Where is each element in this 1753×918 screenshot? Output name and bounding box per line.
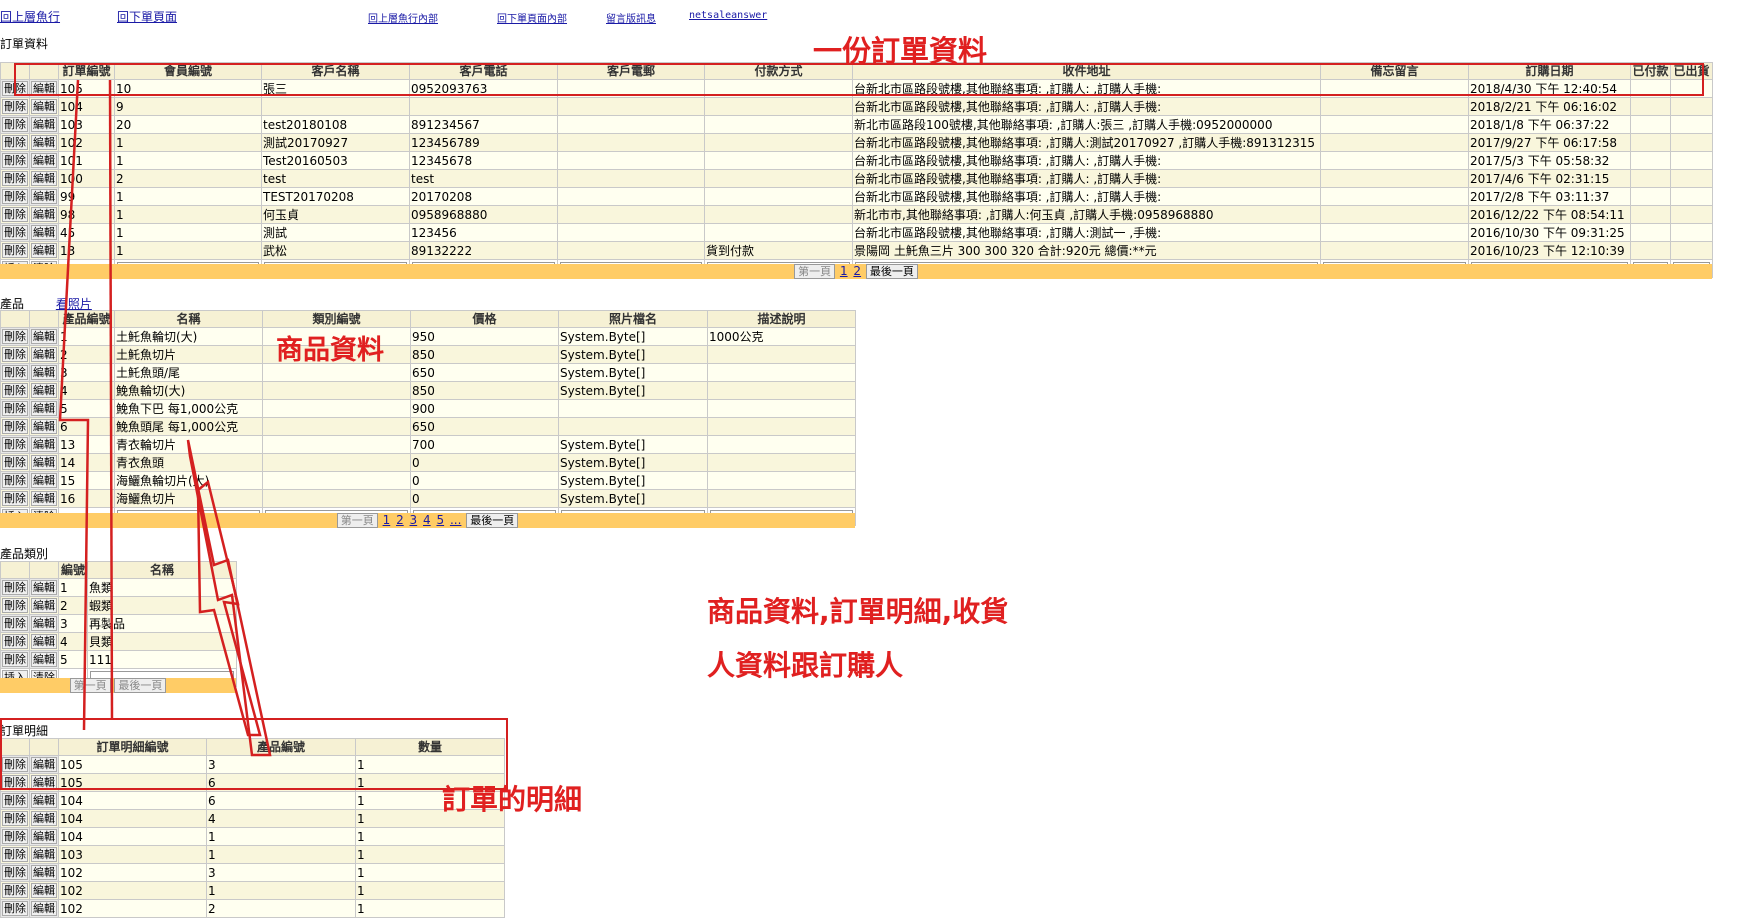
order-annotation: 一份訂單資料 [813,34,988,68]
detail-annotation: 訂單的明細 [442,783,583,816]
annotation-arrows [58,79,272,757]
arrow-member-link [58,79,90,731]
arrow-order-to-detail [108,79,114,721]
relation-annotation-line2: 人資料跟訂購人 [707,649,904,682]
product-annotation: 商品資料 [276,335,384,366]
relation-annotation-line1: 商品資料,訂單明細,收貨 [707,595,1009,628]
arrow-category-to-product [196,479,262,737]
